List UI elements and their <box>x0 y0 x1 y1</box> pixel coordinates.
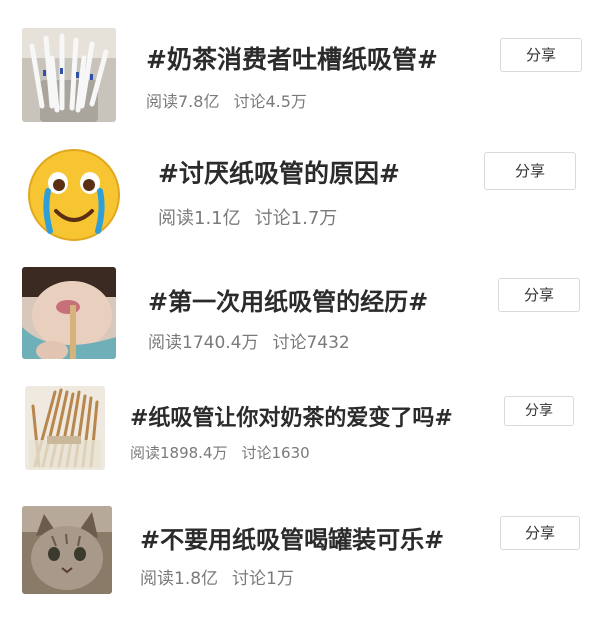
share-button[interactable]: 分享 <box>498 278 580 312</box>
topic-title[interactable]: #第一次用纸吸管的经历# <box>148 282 428 317</box>
discussion-count: 讨论7432 <box>272 333 350 353</box>
topic-stats: 阅读1.1亿 讨论1.7万 <box>158 204 337 230</box>
topic-row[interactable]: #第一次用纸吸管的经历# 阅读1740.4万 讨论7432 分享 <box>0 250 605 370</box>
discussion-count: 讨论4.5万 <box>233 92 307 111</box>
straw-bundle-thumbnail <box>25 386 105 470</box>
topic-row[interactable]: #不要用纸吸管喝罐装可乐# 阅读1.8亿 讨论1万 分享 <box>0 490 605 622</box>
topic-row[interactable]: #奶茶消费者吐槽纸吸管# 阅读7.8亿 讨论4.5万 分享 <box>0 0 605 130</box>
paper-straws-thumbnail <box>22 28 116 122</box>
share-button[interactable]: 分享 <box>484 152 576 190</box>
topic-thumbnail[interactable] <box>22 28 116 122</box>
topic-thumbnail[interactable] <box>25 386 105 470</box>
share-button[interactable]: 分享 <box>500 516 580 550</box>
share-button[interactable]: 分享 <box>500 38 582 72</box>
topic-thumbnail[interactable] <box>22 506 112 594</box>
topic-stats: 阅读1740.4万 讨论7432 <box>148 328 350 353</box>
share-button[interactable]: 分享 <box>504 396 574 426</box>
topic-stats: 阅读1898.4万 讨论1630 <box>130 442 310 463</box>
topic-stats: 阅读7.8亿 讨论4.5万 <box>146 88 307 112</box>
cat-thumbnail <box>22 506 112 594</box>
topic-thumbnail[interactable] <box>22 147 126 243</box>
topic-stats: 阅读1.8亿 讨论1万 <box>140 564 294 589</box>
topic-title[interactable]: #不要用纸吸管喝罐装可乐# <box>140 520 444 555</box>
topic-title[interactable]: #纸吸管让你对奶茶的爱变了吗# <box>130 400 453 432</box>
read-count: 阅读1740.4万 <box>148 333 259 353</box>
discussion-count: 讨论1万 <box>232 569 294 589</box>
topic-thumbnail[interactable] <box>22 267 116 359</box>
crying-emoji-icon <box>22 147 126 243</box>
person-drinking-thumbnail <box>22 267 116 359</box>
discussion-count: 讨论1630 <box>241 444 310 462</box>
read-count: 阅读1898.4万 <box>130 444 228 462</box>
discussion-count: 讨论1.7万 <box>254 208 338 229</box>
read-count: 阅读1.1亿 <box>158 208 241 229</box>
read-count: 阅读7.8亿 <box>146 92 220 111</box>
topic-title[interactable]: #讨厌纸吸管的原因# <box>158 154 400 190</box>
topic-title[interactable]: #奶茶消费者吐槽纸吸管# <box>146 40 438 76</box>
topic-row[interactable]: #纸吸管让你对奶茶的爱变了吗# 阅读1898.4万 讨论1630 分享 <box>0 370 605 490</box>
read-count: 阅读1.8亿 <box>140 569 219 589</box>
topic-row[interactable]: #讨厌纸吸管的原因# 阅读1.1亿 讨论1.7万 分享 <box>0 130 605 250</box>
